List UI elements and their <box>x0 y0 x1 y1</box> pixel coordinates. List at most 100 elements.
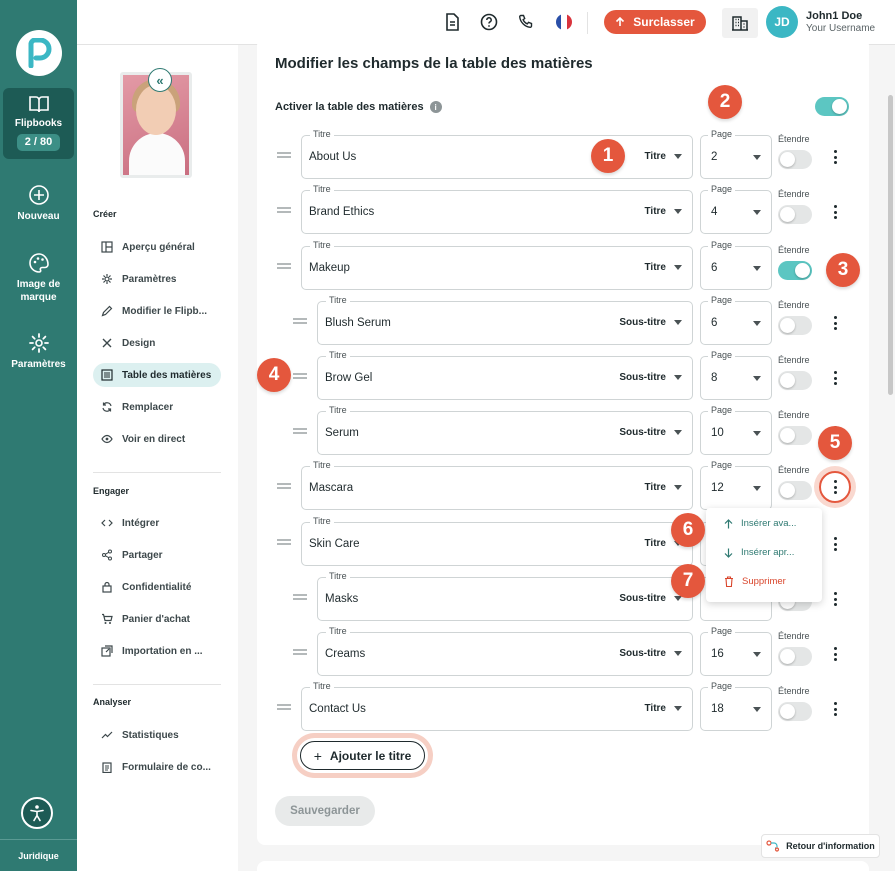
add-title-button[interactable]: + Ajouter le titre <box>300 741 425 770</box>
organization-button[interactable] <box>722 8 758 38</box>
sidebar-item-cart[interactable]: Panier d'achat <box>93 607 221 631</box>
legal-link[interactable]: Juridique <box>0 839 77 861</box>
page-field[interactable]: Page 8 <box>700 350 772 400</box>
type-select[interactable]: Sous-titre <box>619 317 682 328</box>
title-field[interactable]: Titre Skin Care Titre <box>301 516 693 566</box>
title-input[interactable]: Mascara <box>309 482 353 494</box>
drag-handle-icon[interactable] <box>293 649 307 655</box>
drag-handle-icon[interactable] <box>293 594 307 600</box>
row-menu-icon[interactable] <box>830 313 840 333</box>
drag-handle-icon[interactable] <box>293 373 307 379</box>
feedback-button[interactable]: Retour d'information <box>761 834 880 858</box>
title-field[interactable]: Titre Brand Ethics Titre <box>301 184 693 234</box>
avatar[interactable]: JD <box>766 6 798 38</box>
type-select[interactable]: Titre <box>645 262 682 273</box>
sidebar-item-statistics[interactable]: Statistiques <box>93 723 221 747</box>
title-field[interactable]: Titre Serum Sous-titre <box>317 405 693 455</box>
title-input[interactable]: Masks <box>325 593 358 605</box>
drag-handle-icon[interactable] <box>277 263 291 269</box>
type-select[interactable]: Sous-titre <box>619 593 682 604</box>
expand-toggle[interactable] <box>778 316 812 335</box>
type-select[interactable]: Sous-titre <box>619 427 682 438</box>
upgrade-button[interactable]: Surclasser <box>604 10 706 34</box>
sidebar-item-table-of-contents[interactable]: Table des matières <box>93 363 221 387</box>
expand-toggle[interactable] <box>778 205 812 224</box>
title-input[interactable]: About Us <box>309 151 356 163</box>
row-menu-icon[interactable] <box>819 471 851 503</box>
help-icon[interactable] <box>479 12 499 32</box>
drag-handle-icon[interactable] <box>293 318 307 324</box>
row-menu-icon[interactable] <box>830 699 840 719</box>
type-select[interactable]: Titre <box>645 703 682 714</box>
rail-item-brand[interactable]: Image de marque <box>0 252 77 304</box>
drag-handle-icon[interactable] <box>277 539 291 545</box>
title-field[interactable]: Titre Masks Sous-titre <box>317 571 693 621</box>
title-field[interactable]: Titre Creams Sous-titre <box>317 626 693 676</box>
title-field[interactable]: Titre Makeup Titre <box>301 240 693 290</box>
title-field[interactable]: Titre Mascara Titre <box>301 460 693 510</box>
menu-item-insert-after[interactable]: Insérer apr... <box>724 547 794 558</box>
page-field[interactable]: Page 6 <box>700 240 772 290</box>
title-input[interactable]: Creams <box>325 648 365 660</box>
page-field[interactable]: Page 12 <box>700 460 772 510</box>
expand-toggle[interactable] <box>778 702 812 721</box>
page-field[interactable]: Page 4 <box>700 184 772 234</box>
rail-item-flipbooks[interactable]: Flipbooks 2 / 80 <box>3 88 74 159</box>
expand-toggle[interactable] <box>778 647 812 666</box>
title-field[interactable]: Titre Blush Serum Sous-titre <box>317 295 693 345</box>
page-scrollbar[interactable] <box>888 95 893 395</box>
page-field[interactable]: Page 10 <box>700 405 772 455</box>
page-field[interactable]: Page 16 <box>700 626 772 676</box>
row-menu-icon[interactable] <box>830 147 840 167</box>
sidebar-item-embed[interactable]: Intégrer <box>93 511 221 535</box>
title-field[interactable]: Titre Contact Us Titre <box>301 681 693 731</box>
sidebar-item-share[interactable]: Partager <box>93 543 221 567</box>
language-flag-icon[interactable] <box>554 12 574 32</box>
title-field[interactable]: Titre About Us Titre <box>301 129 693 179</box>
title-input[interactable]: Serum <box>325 427 359 439</box>
expand-toggle[interactable] <box>778 426 812 445</box>
expand-toggle[interactable] <box>778 150 812 169</box>
rail-item-nouveau[interactable]: Nouveau <box>0 184 77 223</box>
sidebar-item-import[interactable]: Importation en ... <box>93 639 221 663</box>
rail-item-settings[interactable]: Paramètres <box>0 332 77 371</box>
page-field[interactable]: Page 18 <box>700 681 772 731</box>
row-menu-icon[interactable] <box>830 534 840 554</box>
title-input[interactable]: Brow Gel <box>325 372 372 384</box>
sidebar-item-replace[interactable]: Remplacer <box>93 395 221 419</box>
sidebar-item-overview[interactable]: Aperçu général <box>93 235 221 259</box>
sidebar-item-privacy[interactable]: Confidentialité <box>93 575 221 599</box>
page-field[interactable]: Page 2 <box>700 129 772 179</box>
collapse-sidebar-button[interactable]: « <box>148 68 172 92</box>
title-input[interactable]: Brand Ethics <box>309 206 374 218</box>
enable-toc-toggle[interactable] <box>815 97 849 116</box>
row-menu-icon[interactable] <box>830 589 840 609</box>
drag-handle-icon[interactable] <box>277 152 291 158</box>
row-menu-icon[interactable] <box>830 202 840 222</box>
type-select[interactable]: Sous-titre <box>619 648 682 659</box>
type-select[interactable]: Titre <box>645 206 682 217</box>
title-input[interactable]: Contact Us <box>309 703 366 715</box>
page-field[interactable]: Page 6 <box>700 295 772 345</box>
document-icon[interactable] <box>442 12 462 32</box>
sidebar-item-edit-flipbook[interactable]: Modifier le Flipb... <box>93 299 221 323</box>
drag-handle-icon[interactable] <box>293 428 307 434</box>
title-input[interactable]: Makeup <box>309 262 350 274</box>
phone-icon[interactable] <box>516 12 536 32</box>
expand-toggle[interactable] <box>778 481 812 500</box>
title-input[interactable]: Skin Care <box>309 538 360 550</box>
info-icon[interactable]: i <box>429 101 442 113</box>
title-field[interactable]: Titre Brow Gel Sous-titre <box>317 350 693 400</box>
sidebar-item-form[interactable]: Formulaire de co... <box>93 755 221 779</box>
type-select[interactable]: Sous-titre <box>619 372 682 383</box>
menu-item-insert-before[interactable]: Insérer ava... <box>724 518 796 529</box>
drag-handle-icon[interactable] <box>277 483 291 489</box>
row-menu-icon[interactable] <box>830 644 840 664</box>
row-menu-icon[interactable] <box>830 368 840 388</box>
type-select[interactable]: Titre <box>645 151 682 162</box>
expand-toggle[interactable] <box>778 371 812 390</box>
save-button[interactable]: Sauvegarder <box>275 796 375 826</box>
menu-item-delete[interactable]: Supprimer <box>724 576 786 587</box>
expand-toggle[interactable] <box>778 261 812 280</box>
sidebar-item-design[interactable]: Design <box>93 331 221 355</box>
